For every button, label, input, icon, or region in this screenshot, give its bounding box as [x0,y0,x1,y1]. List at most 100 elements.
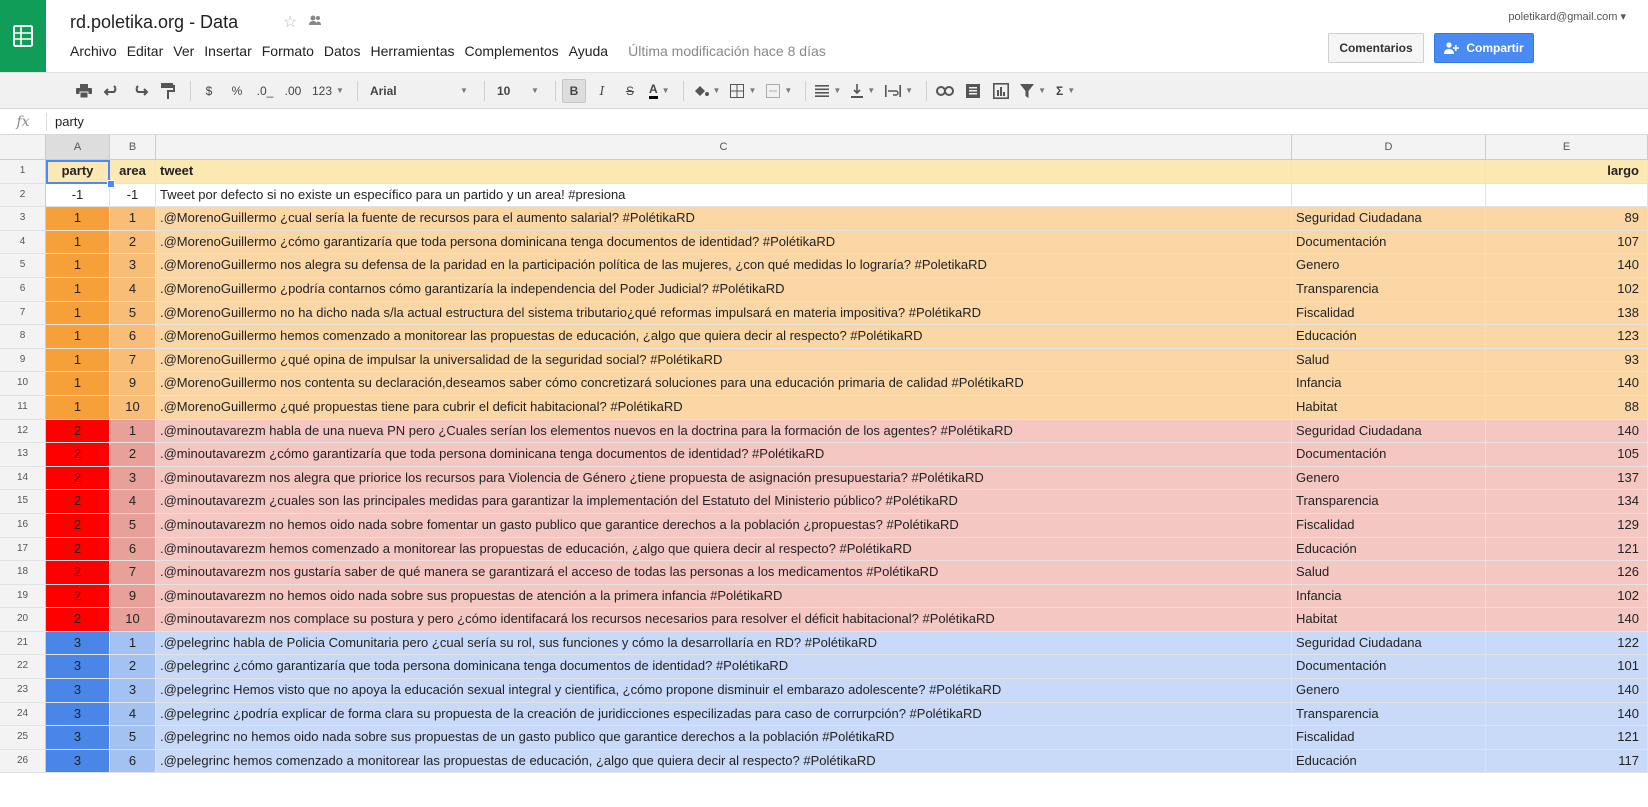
cell-tweet[interactable]: .@MorenoGuillermo ¿qué opina de impulsar… [156,348,1292,373]
cell-party[interactable]: 3 [46,655,110,680]
cell-tweet[interactable]: .@pelegrinc ¿cómo garantizaría que toda … [156,655,1292,680]
cell-topic[interactable] [1292,183,1486,208]
cell-party[interactable]: 1 [46,372,110,396]
row-number[interactable]: 17 [0,537,46,562]
cell-length[interactable]: 140 [1486,679,1648,703]
cell-area[interactable]: 1 [110,631,156,656]
cell-length[interactable]: 140 [1486,419,1648,444]
share-button[interactable]: Compartir [1434,33,1534,63]
cell-topic[interactable]: Genero [1292,679,1486,703]
row-number[interactable]: 12 [0,419,46,444]
cell-length[interactable]: 102 [1486,277,1648,302]
cell-tweet[interactable]: .@MorenoGuillermo ¿cómo garantizaría que… [156,230,1292,255]
cell-length[interactable]: 134 [1486,490,1648,514]
cell-length[interactable]: 140 [1486,372,1648,396]
row-number[interactable]: 1 [0,160,46,184]
cell-c1[interactable]: tweet [156,160,1292,184]
row-number[interactable]: 5 [0,254,46,278]
menu-archivo[interactable]: Archivo [70,43,117,59]
vertical-align-button[interactable]: ▼ [848,79,878,103]
cell-topic[interactable]: Documentación [1292,655,1486,680]
sheets-logo-icon[interactable] [0,0,46,72]
cell-topic[interactable]: Habitat [1292,395,1486,420]
cell-area[interactable]: -1 [110,183,156,208]
cell-tweet[interactable]: Tweet por defecto si no existe un especí… [156,183,1292,208]
cell-length[interactable]: 138 [1486,301,1648,326]
cell-area[interactable]: 6 [110,325,156,349]
cell-topic[interactable]: Seguridad Ciudadana [1292,207,1486,231]
cell-party[interactable]: 1 [46,207,110,231]
row-number[interactable]: 24 [0,702,46,727]
cell-tweet[interactable]: .@MorenoGuillermo ¿podría contarnos cómo… [156,277,1292,302]
currency-format-button[interactable]: $ [197,79,221,103]
cell-area[interactable]: 2 [110,230,156,255]
cell-tweet[interactable]: .@pelegrinc Hemos visto que no apoya la … [156,679,1292,703]
cell-tweet[interactable]: .@pelegrinc no hemos oido nada sobre sus… [156,726,1292,750]
cell-length[interactable]: 88 [1486,395,1648,420]
row-number[interactable]: 23 [0,679,46,703]
insert-comment-icon[interactable] [961,79,985,103]
insert-link-icon[interactable] [933,79,957,103]
decrease-decimal-button[interactable]: .0_ [253,79,277,103]
star-icon[interactable]: ☆ [283,12,297,32]
cell-length[interactable]: 122 [1486,631,1648,656]
fill-handle[interactable] [107,180,115,188]
cell-party[interactable]: 3 [46,726,110,750]
strikethrough-button[interactable]: S [618,79,642,103]
font-size-select[interactable]: 10 ▼ [491,79,545,103]
cell-area[interactable]: 2 [110,655,156,680]
cell-length[interactable]: 107 [1486,230,1648,255]
account-email[interactable]: poletikard@gmail.com ▾ [1508,10,1626,23]
cell-tweet[interactable]: .@MorenoGuillermo nos contenta su declar… [156,372,1292,396]
cell-tweet[interactable]: .@MorenoGuillermo nos alegra su defensa … [156,254,1292,278]
cell-length[interactable]: 126 [1486,561,1648,585]
cell-topic[interactable]: Documentación [1292,230,1486,255]
cell-topic[interactable]: Educación [1292,325,1486,349]
horizontal-align-button[interactable]: ▼ [812,79,844,103]
functions-button[interactable]: Σ ▼ [1053,79,1078,103]
column-header-c[interactable]: C [156,135,1292,160]
cell-topic[interactable]: Genero [1292,466,1486,491]
cell-party[interactable]: 1 [46,325,110,349]
row-number[interactable]: 26 [0,749,46,774]
menu-herramientas[interactable]: Herramientas [370,43,454,59]
more-formats-button[interactable]: 123 ▼ [309,79,347,103]
cell-party[interactable]: 1 [46,301,110,326]
cell-party[interactable]: 2 [46,443,110,467]
cell-tweet[interactable]: .@minoutavarezm ¿cómo garantizaría que t… [156,443,1292,467]
cell-b1[interactable]: area [110,160,156,184]
column-header-b[interactable]: B [110,135,156,160]
cell-party[interactable]: 2 [46,419,110,444]
cell-tweet[interactable]: .@pelegrinc habla de Policia Comunitaria… [156,631,1292,656]
cell-area[interactable]: 6 [110,749,156,774]
cell-tweet[interactable]: .@minoutavarezm no hemos oido nada sobre… [156,584,1292,609]
cell-length[interactable]: 140 [1486,254,1648,278]
insert-chart-icon[interactable] [989,79,1013,103]
document-title[interactable]: rd.poletika.org - Data [70,12,238,33]
cell-length[interactable]: 105 [1486,443,1648,467]
cell-tweet[interactable]: .@MorenoGuillermo ¿cual sería la fuente … [156,207,1292,231]
last-modified-link[interactable]: Última modificación hace 8 días [628,43,826,59]
column-header-d[interactable]: D [1292,135,1486,160]
cell-party[interactable]: 3 [46,631,110,656]
cell-party[interactable]: 3 [46,702,110,727]
row-number[interactable]: 21 [0,631,46,656]
cell-area[interactable]: 9 [110,372,156,396]
cell-tweet[interactable]: .@minoutavarezm nos complace su postura … [156,608,1292,632]
cell-topic[interactable]: Seguridad Ciudadana [1292,419,1486,444]
cell-tweet[interactable]: .@minoutavarezm hemos comenzado a monito… [156,537,1292,562]
column-header-a[interactable]: A [46,135,110,160]
row-number[interactable]: 18 [0,561,46,585]
cell-area[interactable]: 5 [110,301,156,326]
cell-length[interactable]: 121 [1486,537,1648,562]
menu-editar[interactable]: Editar [127,43,164,59]
cell-area[interactable]: 10 [110,395,156,420]
cell-a1-selected[interactable]: party [46,160,110,184]
cell-party[interactable]: 1 [46,230,110,255]
cell-topic[interactable]: Habitat [1292,608,1486,632]
cell-party[interactable]: 1 [46,395,110,420]
cell-tweet[interactable]: .@MorenoGuillermo no ha dicho nada s/la … [156,301,1292,326]
cell-length[interactable]: 129 [1486,513,1648,538]
cell-tweet[interactable]: .@minoutavarezm habla de una nueva PN pe… [156,419,1292,444]
cell-area[interactable]: 7 [110,561,156,585]
